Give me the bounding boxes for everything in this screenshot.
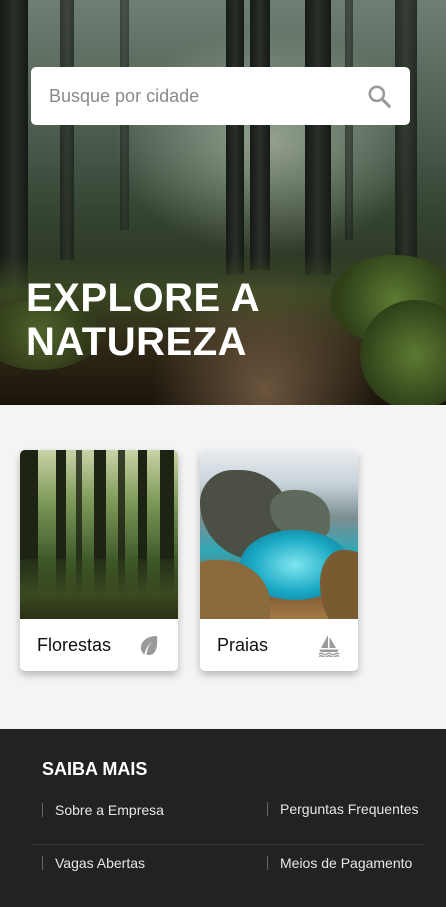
search-bar — [31, 67, 410, 125]
footer-link-faq[interactable]: Perguntas Frequentes — [267, 802, 419, 816]
hero-banner: EXPLORE A NATUREZA — [0, 0, 446, 405]
footer-link-vagas[interactable]: Vagas Abertas — [42, 856, 145, 870]
footer-title: SAIBA MAIS — [42, 759, 148, 779]
forest-trunk — [250, 0, 270, 270]
sailboat-icon — [318, 635, 340, 657]
footer-link-pagamento[interactable]: Meios de Pagamento — [267, 856, 412, 870]
hero-title-line: NATUREZA — [26, 320, 248, 364]
footer-divider — [31, 844, 424, 845]
search-icon[interactable] — [366, 83, 392, 109]
category-card-praias[interactable]: Praias — [200, 450, 358, 671]
forest-trunk — [226, 0, 244, 275]
search-input[interactable] — [49, 85, 366, 107]
footer-link-sobre[interactable]: Sobre a Empresa — [42, 803, 164, 817]
forest-image — [20, 450, 178, 619]
card-label: Florestas — [37, 634, 112, 655]
hero-title-line: EXPLORE A — [26, 276, 261, 320]
leaf-icon — [141, 636, 158, 655]
forest-trunk — [60, 0, 74, 260]
card-label: Praias — [217, 634, 269, 655]
beach-image — [200, 450, 358, 619]
forest-trunk — [395, 0, 417, 260]
hero-title: EXPLORE A NATUREZA — [26, 276, 260, 364]
category-card-florestas[interactable]: Florestas — [20, 450, 178, 671]
footer: SAIBA MAIS Sobre a Empresa Perguntas Fre… — [0, 729, 446, 907]
forest-trunk — [305, 0, 331, 275]
